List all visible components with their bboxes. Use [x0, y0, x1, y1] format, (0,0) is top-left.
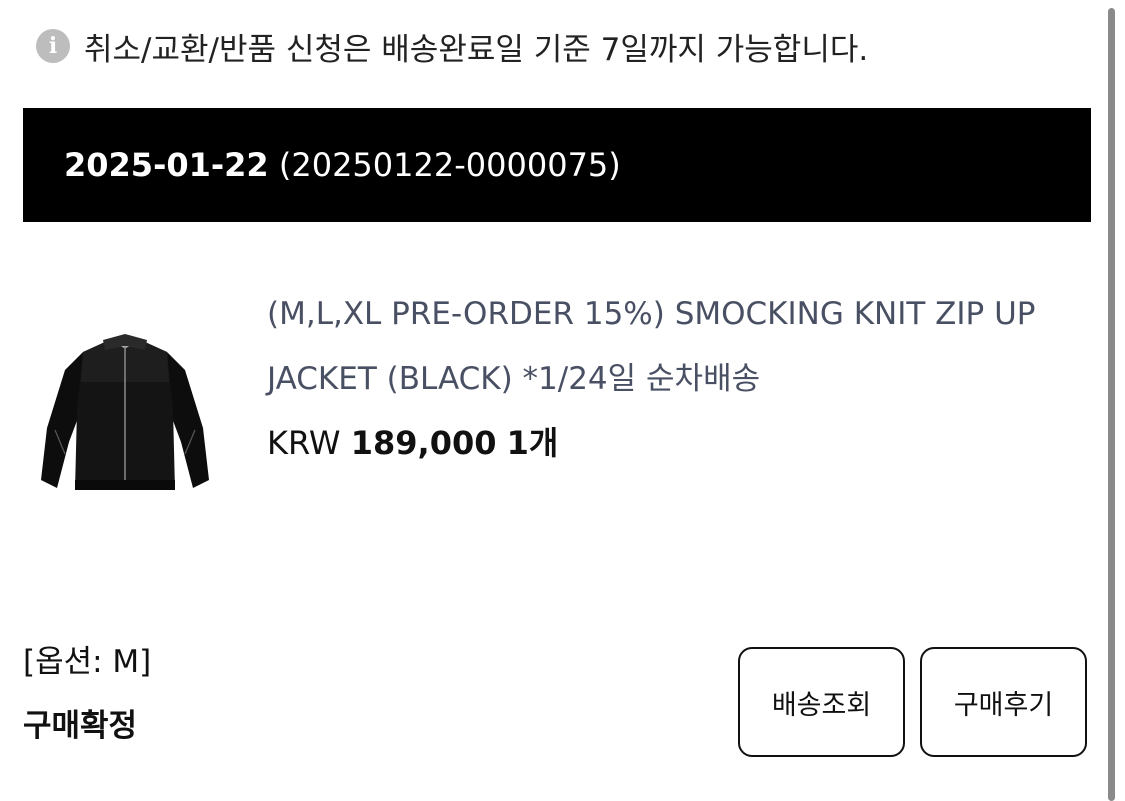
product-quantity: 1개 [506, 424, 559, 462]
write-review-button[interactable]: 구매후기 [920, 647, 1087, 757]
order-date: 2025-01-22 [64, 146, 269, 184]
option-label: [옵션: M] [23, 644, 152, 680]
info-icon: i [36, 29, 70, 63]
order-header: 2025-01-22 (20250122-0000075) [23, 108, 1091, 222]
notice-bar: i 취소/교환/반품 신청은 배송완료일 기준 7일까지 가능합니다. [36, 24, 868, 68]
order-number: (20250122-0000075) [278, 146, 621, 184]
product-info: (M,L,XL PRE-ORDER 15%) SMOCKING KNIT ZIP… [267, 282, 1077, 464]
product-image[interactable] [35, 330, 215, 500]
track-delivery-button[interactable]: 배송조회 [738, 647, 905, 757]
price-currency: KRW [267, 424, 341, 462]
scrollbar[interactable] [1108, 8, 1115, 801]
order-header-text: 2025-01-22 (20250122-0000075) [64, 146, 621, 184]
notice-text: 취소/교환/반품 신청은 배송완료일 기준 7일까지 가능합니다. [84, 31, 869, 68]
price-amount: 189,000 [350, 424, 497, 462]
order-detail-page: i 취소/교환/반품 신청은 배송완료일 기준 7일까지 가능합니다. 2025… [0, 0, 1125, 801]
product-price: KRW 189,000 1개 [267, 418, 1077, 464]
order-status: 구매확정 [23, 708, 138, 744]
product-name[interactable]: (M,L,XL PRE-ORDER 15%) SMOCKING KNIT ZIP… [267, 282, 1077, 412]
